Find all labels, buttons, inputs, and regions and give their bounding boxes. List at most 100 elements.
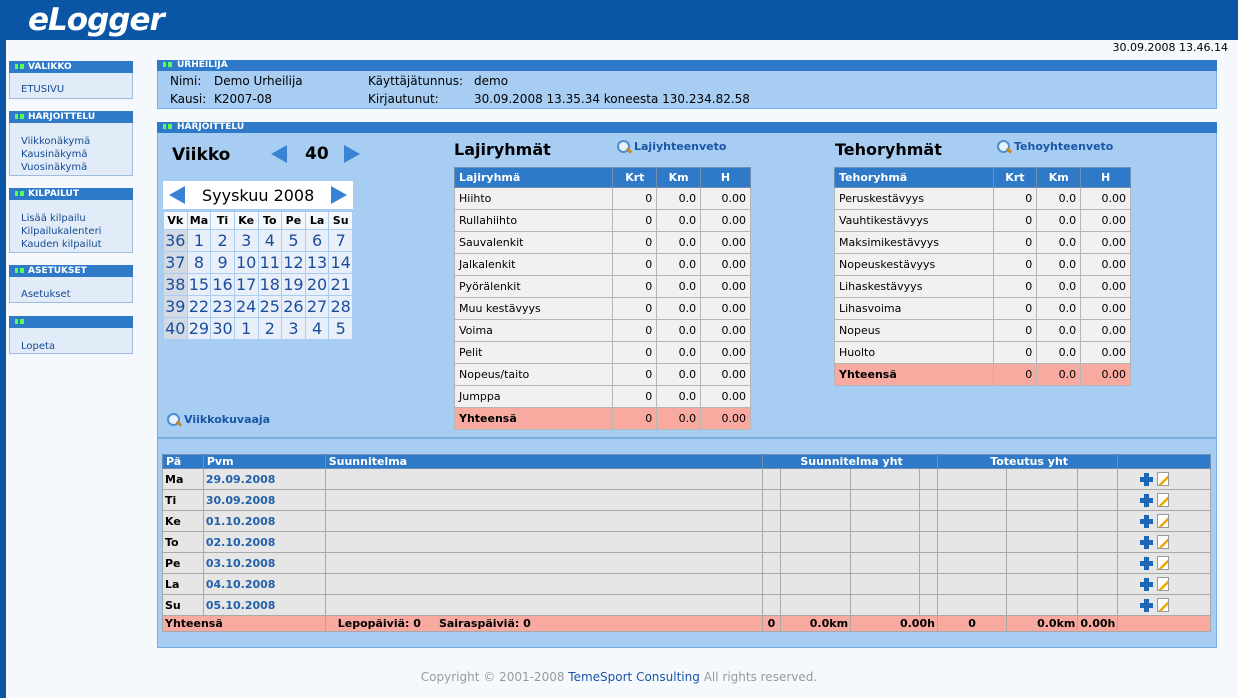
calendar-day[interactable]: 11: [258, 252, 282, 273]
calendar-day[interactable]: 5: [329, 318, 352, 339]
group-name: Pyörälenkit: [453, 275, 614, 298]
add-icon[interactable]: [1140, 535, 1154, 549]
calendar-day[interactable]: 8: [187, 252, 211, 273]
sidebar-item-kilpailukalenteri[interactable]: Kilpailukalenteri: [21, 225, 132, 238]
calendar-week-number[interactable]: 38: [164, 274, 187, 295]
group-value: 0.0: [656, 275, 702, 298]
sep-cell: [1077, 510, 1119, 532]
calendar-day[interactable]: 28: [329, 296, 352, 317]
calendar-day[interactable]: 3: [234, 230, 258, 251]
calendar-week-number[interactable]: 40: [164, 318, 187, 339]
calendar-day[interactable]: 2: [258, 318, 282, 339]
add-icon[interactable]: [1140, 493, 1154, 507]
day-date[interactable]: 05.10.2008: [202, 594, 326, 616]
actual-count: 0: [936, 615, 1008, 632]
calendar-day[interactable]: 16: [211, 274, 234, 295]
add-icon[interactable]: [1140, 514, 1154, 528]
day-date[interactable]: 30.09.2008: [202, 489, 326, 511]
intensity-summary-link[interactable]: Tehoyhteenveto: [997, 140, 1113, 154]
edit-icon[interactable]: [1157, 598, 1170, 612]
sport-summary-link[interactable]: Lajiyhteenveto: [617, 140, 726, 154]
calendar-day[interactable]: 18: [258, 274, 282, 295]
group-value: 0.0: [656, 297, 702, 320]
edit-icon[interactable]: [1157, 493, 1170, 507]
calendar-day[interactable]: 9: [211, 252, 234, 273]
calendar-day[interactable]: 1: [187, 230, 211, 251]
calendar-day[interactable]: 21: [329, 274, 352, 295]
prev-month-button[interactable]: [169, 186, 185, 207]
table-row: Nopeus/taito 0 0.0 0.00: [453, 363, 751, 386]
add-icon[interactable]: [1140, 577, 1154, 591]
edit-icon[interactable]: [1157, 472, 1170, 486]
plan-hours-cell: [850, 531, 921, 553]
calendar-day[interactable]: 4: [258, 230, 282, 251]
sidebar-item-viikkonakyma[interactable]: Viikkonäkymä: [21, 135, 132, 148]
add-icon[interactable]: [1140, 472, 1154, 486]
calendar-day[interactable]: 3: [282, 318, 305, 339]
day-date[interactable]: 01.10.2008: [202, 510, 326, 532]
calendar-day[interactable]: 14: [329, 252, 352, 273]
table-row: Rullahiihto 0 0.0 0.00: [453, 209, 751, 232]
calendar-day[interactable]: 29: [187, 318, 211, 339]
edit-icon[interactable]: [1157, 577, 1170, 591]
calendar-day[interactable]: 17: [234, 274, 258, 295]
group-value: 0.00: [1080, 319, 1131, 342]
calendar-day[interactable]: 19: [282, 274, 305, 295]
add-icon[interactable]: [1140, 556, 1154, 570]
group-value: 0.0: [1036, 297, 1082, 320]
prev-week-button[interactable]: [271, 145, 287, 166]
calendar-day[interactable]: 6: [305, 230, 329, 251]
calendar-day[interactable]: 10: [234, 252, 258, 273]
calendar-week-number[interactable]: 37: [164, 252, 187, 273]
sidebar-item-kauden-kilpailut[interactable]: Kauden kilpailut: [21, 238, 132, 251]
plan-cell: [324, 489, 764, 511]
calendar-week-number[interactable]: 36: [164, 230, 187, 251]
plan-count-cell: [762, 531, 781, 553]
arrow-right-icon: [344, 145, 360, 163]
add-icon[interactable]: [1140, 598, 1154, 612]
sidebar-item-asetukset[interactable]: Asetukset: [21, 289, 132, 301]
next-week-button[interactable]: [344, 145, 360, 166]
calendar-day[interactable]: 7: [329, 230, 352, 251]
sidebar-item-etusivu[interactable]: ETUSIVU: [21, 84, 132, 96]
calendar-day[interactable]: 1: [234, 318, 258, 339]
calendar-day[interactable]: 25: [258, 296, 282, 317]
calendar-day[interactable]: 13: [305, 252, 329, 273]
calendar-day[interactable]: 27: [305, 296, 329, 317]
calendar-day[interactable]: 24: [234, 296, 258, 317]
plan-km-cell: [779, 468, 852, 490]
edit-icon[interactable]: [1157, 535, 1170, 549]
day-date[interactable]: 29.09.2008: [202, 468, 326, 490]
calendar-day[interactable]: 22: [187, 296, 211, 317]
calendar-day[interactable]: 12: [282, 252, 305, 273]
sidebar-item-vuosinakyma[interactable]: Vuosinäkymä: [21, 161, 132, 174]
day-date[interactable]: 02.10.2008: [202, 531, 326, 553]
calendar-day[interactable]: 26: [282, 296, 305, 317]
col-header-plan-total: Suunnitelma yht: [762, 454, 938, 469]
calendar-week-number[interactable]: 39: [164, 296, 187, 317]
next-month-button[interactable]: [331, 186, 347, 207]
calendar-day[interactable]: 23: [211, 296, 234, 317]
sidebar-item-lisaa-kilpailu[interactable]: Lisää kilpailu: [21, 212, 132, 225]
calendar-day[interactable]: 20: [305, 274, 329, 295]
calendar-day[interactable]: 15: [187, 274, 211, 295]
calendar-header: Vk: [164, 212, 187, 229]
edit-icon[interactable]: [1157, 556, 1170, 570]
sidebar-item-lopeta[interactable]: Lopeta: [21, 341, 132, 353]
edit-icon[interactable]: [1157, 514, 1170, 528]
calendar-day[interactable]: 4: [305, 318, 329, 339]
day-name: La: [162, 573, 204, 595]
sidebar-item-kausinakyma[interactable]: Kausinäkymä: [21, 148, 132, 161]
company-link[interactable]: TemeSport Consulting: [568, 670, 700, 684]
col-header-actual-total: Toteutus yht: [936, 454, 1119, 469]
col-header: H: [1080, 167, 1131, 188]
calendar-day[interactable]: 2: [211, 230, 234, 251]
calendar-day[interactable]: 30: [211, 318, 234, 339]
table-row: Lihasvoima 0 0.0 0.00: [834, 297, 1131, 320]
group-value: 0: [992, 275, 1038, 298]
calendar-day[interactable]: 5: [282, 230, 305, 251]
plan-cell: [324, 510, 764, 532]
day-date[interactable]: 04.10.2008: [202, 573, 326, 595]
day-date[interactable]: 03.10.2008: [202, 552, 326, 574]
week-chart-link[interactable]: Viikkokuvaaja: [167, 413, 270, 427]
